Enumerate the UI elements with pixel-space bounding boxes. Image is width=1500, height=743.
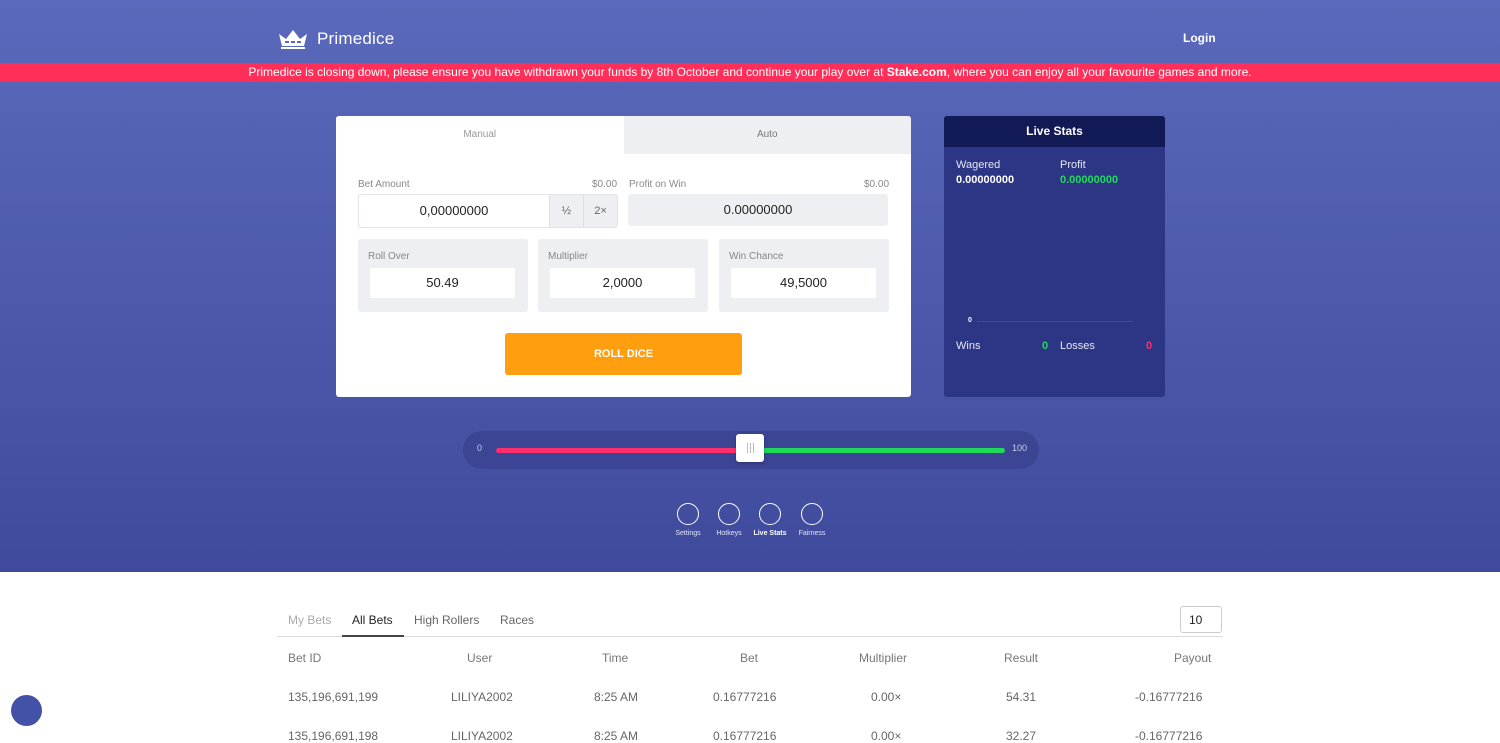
half-button[interactable]: ½	[549, 195, 583, 227]
col-bet: Bet	[740, 651, 759, 665]
slider-max: 100	[1012, 443, 1028, 453]
banner-text-post: , where you can enjoy all your favourite…	[946, 65, 1252, 79]
result-cell: 54.31	[1006, 690, 1037, 704]
wins-label: Wins	[956, 340, 981, 352]
user-cell[interactable]: LILIYA2002	[451, 729, 513, 743]
roll-over-input[interactable]: 50.49	[370, 268, 515, 298]
live-stats-title: Live Stats	[944, 116, 1165, 147]
bet-amount-input[interactable]: 0,00000000	[359, 195, 549, 227]
double-button[interactable]: 2×	[583, 195, 617, 227]
fairness-button[interactable]: Fairness	[792, 503, 832, 537]
rows-count-select[interactable]: 10	[1180, 606, 1222, 633]
slider-lose-range	[496, 448, 748, 453]
closing-banner: Primedice is closing down, please ensure…	[0, 63, 1500, 82]
brand-name: Primedice	[317, 29, 395, 48]
payout-cell: -0.16777216	[1135, 690, 1203, 704]
tab-all-bets[interactable]: All Bets	[342, 613, 404, 637]
roll-slider[interactable]: 0 100	[463, 431, 1039, 469]
profit-usd: $0.00	[864, 179, 890, 190]
mode-tabs: Manual Auto	[336, 116, 911, 154]
roll-over-box: Roll Over 50.49	[358, 239, 528, 312]
fairness-label: Fairness	[798, 530, 826, 537]
roll-over-label: Roll Over	[368, 251, 410, 262]
col-time: Time	[602, 651, 629, 665]
chart-zero-label: 0	[968, 317, 972, 324]
tab-auto[interactable]: Auto	[623, 116, 911, 154]
wagered-label: Wagered	[956, 159, 1001, 171]
settings-icon	[677, 503, 699, 525]
hotkeys-label: Hotkeys	[716, 530, 742, 537]
slider-handle[interactable]	[736, 434, 764, 462]
live-stats-label: Live Stats	[753, 530, 787, 537]
profit-stat-label: Profit	[1060, 159, 1086, 171]
slider-min: 0	[477, 443, 483, 453]
win-chance-input[interactable]: 49,5000	[731, 268, 876, 298]
profit-chart-baseline	[977, 321, 1133, 322]
multiplier-cell: 0.00×	[871, 729, 902, 743]
profit-stat-value: 0.00000000	[1060, 174, 1119, 186]
wins-value: 0	[1042, 340, 1049, 352]
losses-label: Losses	[1060, 340, 1095, 352]
live-stats-icon	[759, 503, 781, 525]
col-user: User	[467, 651, 493, 665]
multiplier-input[interactable]: 2,0000	[550, 268, 695, 298]
live-stats-panel: Live Stats Wagered 0.00000000 Profit 0.0…	[944, 116, 1165, 397]
game-panel: Manual Auto Bet Amount $0.00 0,00000000 …	[336, 116, 911, 397]
time-cell: 8:25 AM	[594, 690, 639, 704]
bet-amount-field: 0,00000000 ½ 2×	[358, 194, 618, 228]
win-chance-box: Win Chance 49,5000	[719, 239, 889, 312]
bet-cell: 0.16777216	[713, 690, 777, 704]
bet-amount-usd: $0.00	[592, 179, 618, 190]
banner-text-pre: Primedice is closing down, please ensure…	[248, 65, 887, 79]
chat-bubble-button[interactable]	[11, 695, 42, 726]
login-link[interactable]: Login	[1183, 31, 1216, 45]
win-chance-label: Win Chance	[729, 251, 784, 262]
crown-icon	[279, 30, 307, 49]
multiplier-cell: 0.00×	[871, 690, 902, 704]
bet-amount-label: Bet Amount	[358, 179, 410, 190]
banner-link[interactable]: Stake.com	[887, 65, 947, 79]
hotkeys-icon	[718, 503, 740, 525]
wagered-value: 0.00000000	[956, 174, 1015, 186]
bets-tabs: My Bets All Bets High Rollers Races	[277, 606, 1223, 637]
multiplier-label: Multiplier	[548, 251, 589, 262]
col-payout: Payout	[1174, 651, 1212, 665]
user-cell[interactable]: LILIYA2002	[451, 690, 513, 704]
result-cell: 32.27	[1006, 729, 1037, 743]
tab-manual[interactable]: Manual	[336, 116, 624, 154]
col-result: Result	[1004, 651, 1039, 665]
bet-id-cell[interactable]: 135,196,691,198	[288, 729, 378, 743]
logo[interactable]: Primedice	[277, 28, 394, 50]
payout-cell: -0.16777216	[1135, 729, 1203, 743]
profit-label: Profit on Win	[629, 179, 687, 190]
profit-on-win-field: 0.00000000	[628, 194, 888, 226]
tab-my-bets[interactable]: My Bets	[288, 613, 331, 635]
col-multiplier: Multiplier	[859, 651, 908, 665]
col-bet-id: Bet ID	[288, 651, 322, 665]
slider-win-range	[748, 448, 1005, 453]
fairness-icon	[801, 503, 823, 525]
live-stats-button[interactable]: Live Stats	[750, 503, 790, 537]
hotkeys-button[interactable]: Hotkeys	[709, 503, 749, 537]
roll-dice-button[interactable]: ROLL DICE	[505, 333, 742, 375]
multiplier-box: Multiplier 2,0000	[538, 239, 708, 312]
losses-value: 0	[1146, 340, 1153, 352]
tab-races[interactable]: Races	[500, 613, 534, 635]
settings-button[interactable]: Settings	[668, 503, 708, 537]
settings-label: Settings	[675, 530, 701, 537]
bet-cell: 0.16777216	[713, 729, 777, 743]
bet-id-cell[interactable]: 135,196,691,199	[288, 690, 378, 704]
tab-high-rollers[interactable]: High Rollers	[414, 613, 479, 635]
time-cell: 8:25 AM	[594, 729, 639, 743]
